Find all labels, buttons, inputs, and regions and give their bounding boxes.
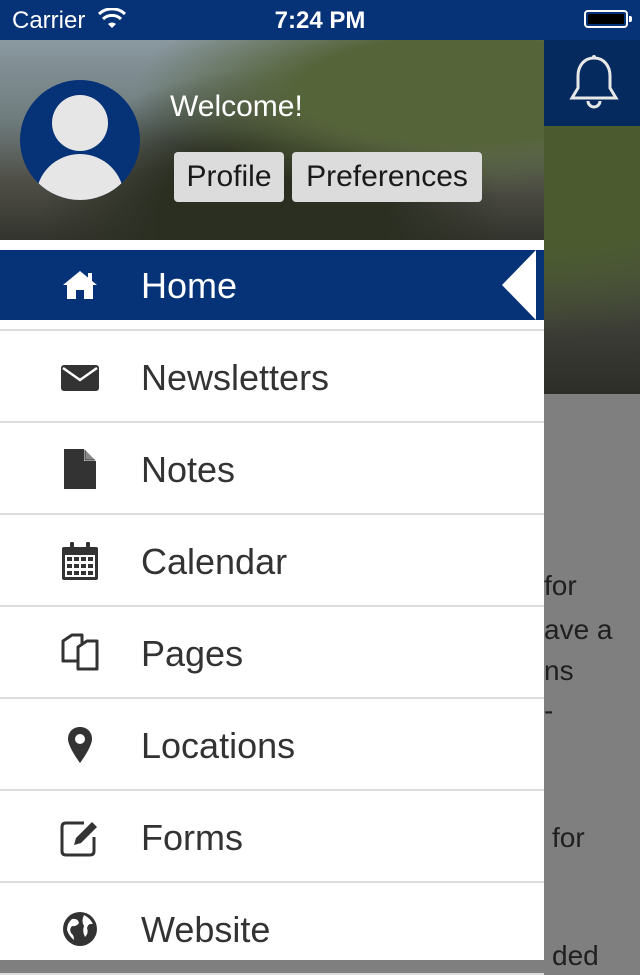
menu-item-locations[interactable]: Locations [0, 699, 544, 791]
globe-icon [63, 912, 97, 946]
home-icon [63, 271, 97, 299]
menu-item-label: Newsletters [141, 357, 330, 398]
avatar-head [52, 95, 108, 151]
menu-item-forms[interactable]: Forms [0, 791, 544, 883]
status-bar: Carrier 7:24 PM [0, 0, 640, 40]
background-text: ave a [544, 614, 613, 645]
menu-item-label: Home [141, 265, 238, 306]
battery-icon [584, 10, 632, 28]
menu-item-label: Locations [141, 725, 296, 766]
avatar-body [36, 154, 124, 200]
side-drawer: Welcome! Profile Preferences Home Newsle… [0, 40, 544, 975]
background-text: ns [544, 655, 574, 686]
menu-item-label: Notes [141, 449, 236, 490]
menu-item-home[interactable]: Home [0, 250, 544, 320]
menu-item-label: Forms [141, 817, 243, 858]
menu-item-website[interactable]: Website [0, 883, 544, 975]
bell-icon[interactable] [568, 54, 620, 110]
profile-button[interactable]: Profile [174, 152, 284, 202]
active-indicator [502, 250, 536, 320]
status-time: 7:24 PM [274, 7, 366, 34]
background-text: ded [552, 940, 599, 971]
drawer-menu: Home Newsletters Notes Calendar Pages Lo… [0, 250, 544, 975]
menu-item-calendar[interactable]: Calendar [0, 515, 544, 607]
preferences-button[interactable]: Preferences [292, 152, 482, 202]
background-text: for [544, 570, 577, 601]
avatar[interactable] [20, 80, 140, 200]
menu-item-pages[interactable]: Pages [0, 607, 544, 699]
welcome-text: Welcome! [170, 90, 303, 123]
drawer-header: Welcome! Profile Preferences [0, 40, 544, 240]
menu-divider [0, 320, 544, 331]
calendar-icon [62, 542, 98, 580]
map-pin-icon [68, 727, 92, 763]
edit-form-icon [60, 821, 97, 857]
menu-item-label: Calendar [141, 541, 288, 582]
menu-item-notes[interactable]: Notes [0, 423, 544, 515]
menu-item-label: Website [141, 909, 271, 950]
menu-item-newsletters[interactable]: Newsletters [0, 331, 544, 423]
menu-item-label: Pages [141, 633, 244, 674]
envelope-icon [61, 365, 99, 391]
document-icon [64, 449, 96, 489]
pages-icon [61, 633, 99, 671]
background-text: for [552, 822, 585, 853]
background-text: - [544, 695, 554, 726]
